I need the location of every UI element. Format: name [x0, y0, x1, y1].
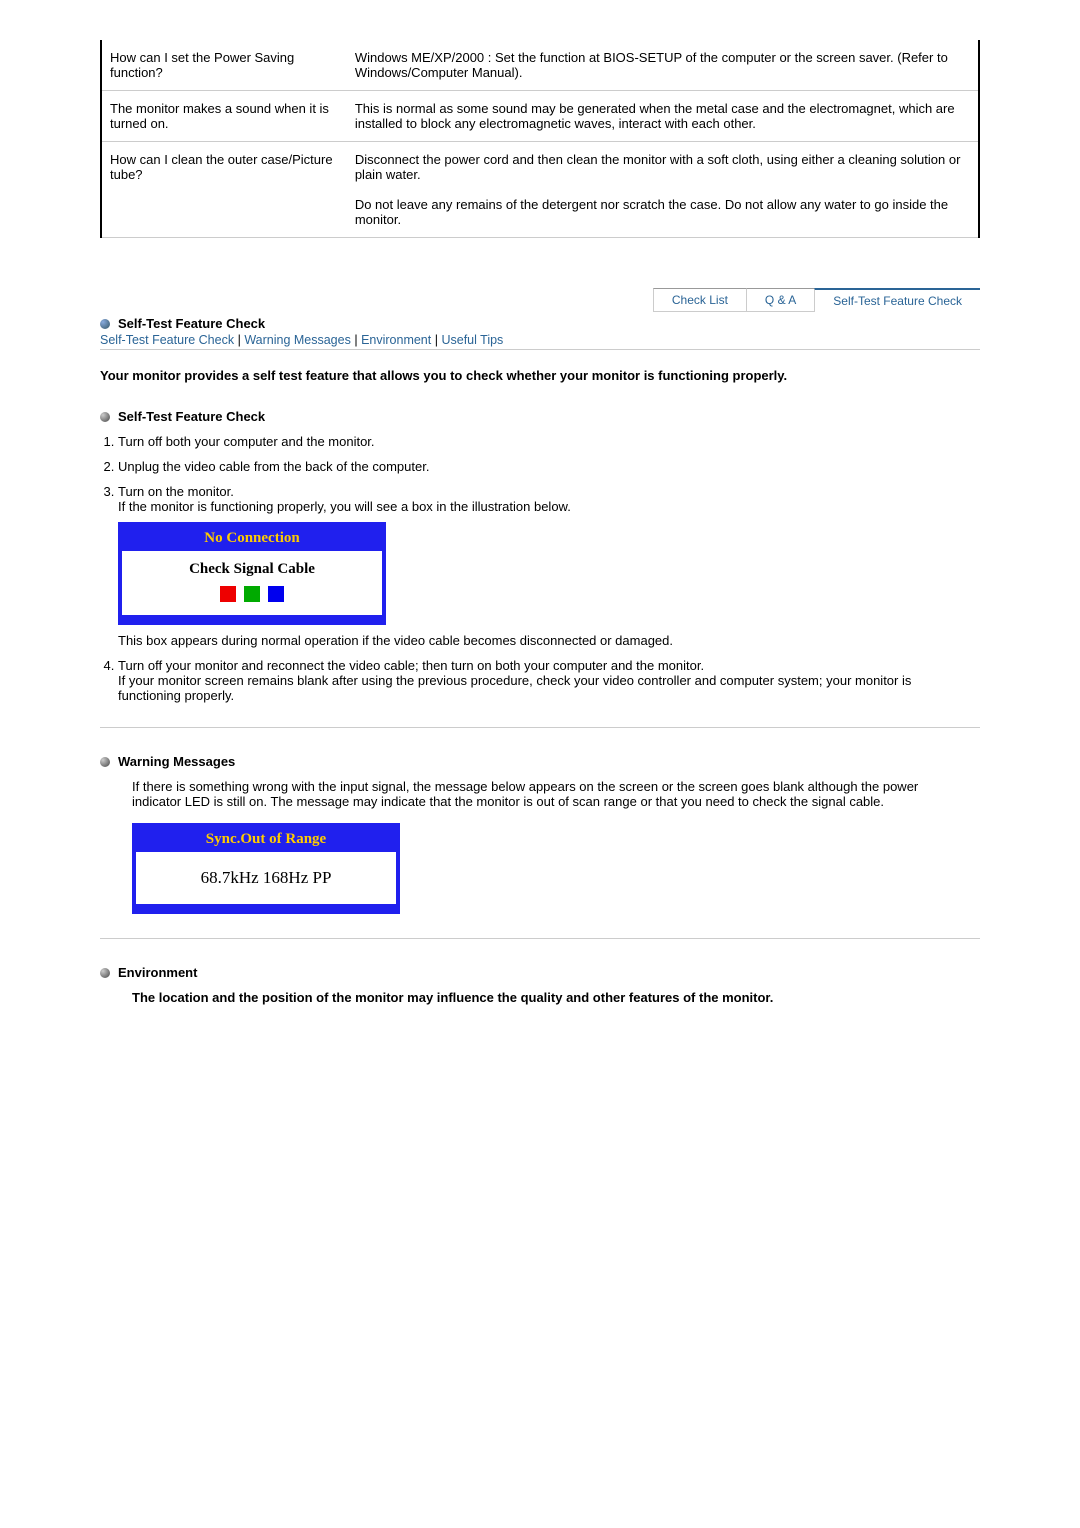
- environment-subheading: Environment: [100, 965, 980, 980]
- osd-frequency: 68.7kHz 168Hz PP: [136, 868, 396, 888]
- qa-answer: This is normal as some sound may be gene…: [347, 91, 979, 142]
- tab-check-list[interactable]: Check List: [653, 288, 746, 312]
- gray-bullet-icon: [100, 412, 110, 422]
- list-item: Turn off your monitor and reconnect the …: [118, 658, 980, 703]
- osd-title: No Connection: [122, 526, 382, 551]
- table-row: The monitor makes a sound when it is tur…: [101, 91, 979, 142]
- qa-question: The monitor makes a sound when it is tur…: [101, 91, 347, 142]
- steps-list: Turn off both your computer and the moni…: [118, 434, 980, 703]
- link-environment[interactable]: Environment: [361, 333, 431, 347]
- link-warning[interactable]: Warning Messages: [244, 333, 351, 347]
- section-header: Self-Test Feature Check: [100, 316, 980, 331]
- warning-block: If there is something wrong with the inp…: [132, 779, 970, 914]
- list-item: Turn on the monitor. If the monitor is f…: [118, 484, 980, 648]
- qa-question: How can I set the Power Saving function?: [101, 40, 347, 91]
- table-row: How can I clean the outer case/Picture t…: [101, 142, 979, 238]
- bullet-icon: [100, 319, 110, 329]
- intro-text: Your monitor provides a self test featur…: [100, 368, 980, 383]
- rgb-squares-icon: [122, 586, 382, 605]
- osd-title: Sync.Out of Range: [136, 827, 396, 852]
- green-square-icon: [244, 586, 260, 602]
- selftest-heading-text: Self-Test Feature Check: [118, 409, 265, 424]
- warning-text: If there is something wrong with the inp…: [132, 779, 970, 809]
- selftest-subheading: Self-Test Feature Check: [100, 409, 980, 424]
- link-useful-tips[interactable]: Useful Tips: [441, 333, 503, 347]
- step3-after: This box appears during normal operation…: [118, 633, 970, 648]
- osd-sync-out-of-range: Sync.Out of Range 68.7kHz 168Hz PP: [132, 823, 400, 914]
- qa-question: How can I clean the outer case/Picture t…: [101, 142, 347, 238]
- red-square-icon: [220, 586, 236, 602]
- gray-bullet-icon: [100, 968, 110, 978]
- sub-links: Self-Test Feature Check | Warning Messag…: [100, 333, 980, 350]
- qa-answer: Windows ME/XP/2000 : Set the function at…: [347, 40, 979, 91]
- divider: [100, 938, 980, 939]
- environment-block: The location and the position of the mon…: [132, 990, 970, 1005]
- qa-table: How can I set the Power Saving function?…: [100, 40, 980, 238]
- environment-heading-text: Environment: [118, 965, 197, 980]
- blue-square-icon: [268, 586, 284, 602]
- list-item: Unplug the video cable from the back of …: [118, 459, 980, 474]
- tabs-bar: Check List Q & A Self-Test Feature Check: [100, 288, 980, 312]
- qa-answer: Disconnect the power cord and then clean…: [347, 142, 979, 238]
- warning-subheading: Warning Messages: [100, 754, 980, 769]
- divider: [100, 727, 980, 728]
- section-title: Self-Test Feature Check: [118, 316, 265, 331]
- osd-no-connection: No Connection Check Signal Cable: [118, 522, 386, 625]
- environment-text: The location and the position of the mon…: [132, 990, 970, 1005]
- table-row: How can I set the Power Saving function?…: [101, 40, 979, 91]
- warning-heading-text: Warning Messages: [118, 754, 235, 769]
- tab-qa[interactable]: Q & A: [746, 288, 814, 312]
- link-selftest[interactable]: Self-Test Feature Check: [100, 333, 234, 347]
- tab-self-test[interactable]: Self-Test Feature Check: [814, 288, 980, 312]
- gray-bullet-icon: [100, 757, 110, 767]
- osd-text: Check Signal Cable: [122, 561, 382, 578]
- list-item: Turn off both your computer and the moni…: [118, 434, 980, 449]
